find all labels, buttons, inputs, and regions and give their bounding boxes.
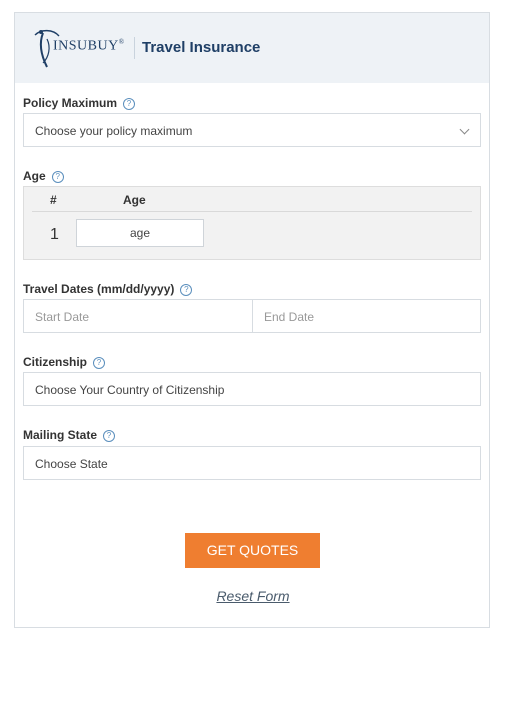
- age-label-text: Age: [23, 169, 46, 183]
- mailing-state-label: Mailing State?: [23, 428, 116, 442]
- mailing-state-value: Choose State: [35, 457, 108, 471]
- form-header: INSUBUY® Travel Insurance: [15, 13, 489, 83]
- citizenship-value: Choose Your Country of Citizenship: [35, 383, 225, 397]
- mailing-state-select[interactable]: Choose State: [23, 446, 481, 480]
- reset-form-link[interactable]: Reset Form: [15, 588, 491, 604]
- travel-dates-label: Travel Dates (mm/dd/yyyy)?: [23, 282, 193, 296]
- registered-mark: ®: [118, 38, 125, 46]
- age-label: Age?: [23, 169, 64, 183]
- policy-maximum-value: Choose your policy maximum: [35, 124, 193, 138]
- insubuy-logo[interactable]: INSUBUY®: [29, 27, 129, 69]
- help-icon[interactable]: ?: [180, 284, 193, 296]
- start-date-input[interactable]: Start Date: [35, 310, 89, 324]
- policy-maximum-select[interactable]: Choose your policy maximum: [23, 113, 481, 147]
- chevron-down-icon: [459, 124, 470, 135]
- age-table-divider: [32, 211, 472, 212]
- help-icon[interactable]: ?: [93, 357, 106, 369]
- citizenship-label-text: Citizenship: [23, 355, 88, 369]
- age-input[interactable]: age: [76, 219, 204, 247]
- age-table: # Age 1 age: [23, 186, 481, 260]
- traveler-number: 1: [50, 226, 59, 243]
- travel-dates-label-text: Travel Dates (mm/dd/yyyy): [23, 282, 175, 296]
- help-icon[interactable]: ?: [51, 171, 64, 183]
- end-date-input[interactable]: End Date: [264, 310, 314, 324]
- quote-form-card: INSUBUY® Travel Insurance Policy Maximum…: [14, 12, 490, 628]
- age-col-number-header: #: [50, 193, 57, 207]
- policy-maximum-label-text: Policy Maximum: [23, 96, 118, 110]
- mailing-state-label-text: Mailing State: [23, 428, 98, 442]
- page-title: Travel Insurance: [142, 39, 261, 56]
- travel-dates-field: Start Date End Date: [23, 299, 481, 333]
- date-separator: [252, 300, 253, 332]
- policy-maximum-label: Policy Maximum?: [23, 96, 136, 110]
- citizenship-select[interactable]: Choose Your Country of Citizenship: [23, 372, 481, 406]
- brand-name: INSUBUY: [53, 38, 119, 54]
- citizenship-label: Citizenship?: [23, 355, 106, 369]
- help-icon[interactable]: ?: [103, 430, 116, 442]
- help-icon[interactable]: ?: [123, 98, 136, 110]
- age-col-age-header: Age: [123, 193, 146, 207]
- get-quotes-button[interactable]: GET QUOTES: [185, 533, 320, 568]
- header-divider: [134, 37, 135, 59]
